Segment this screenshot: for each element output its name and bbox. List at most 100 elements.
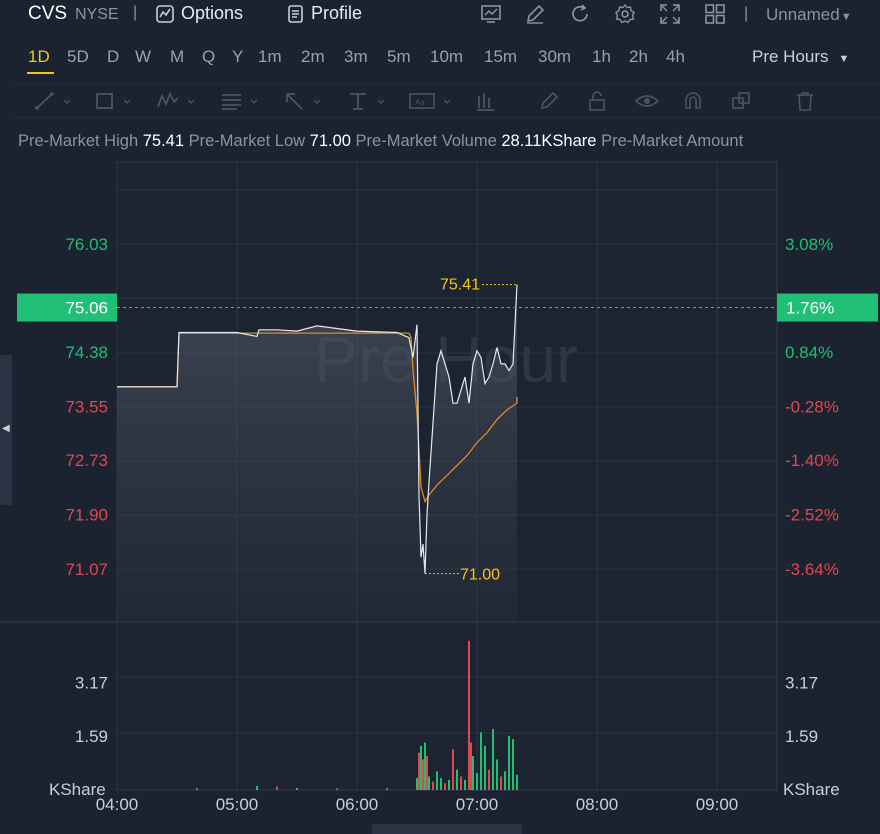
y-tick-left: 71.07 — [65, 560, 108, 579]
magnet-icon[interactable] — [682, 90, 704, 112]
y-tick-right: -3.64% — [785, 560, 839, 579]
volume-bar — [296, 787, 298, 790]
divider: | — [133, 4, 138, 21]
high-marker-label: 75.41 — [440, 277, 480, 294]
y-tick-right: 0.84% — [785, 343, 833, 362]
period-1d[interactable]: 1D — [28, 47, 50, 67]
volume-bar — [492, 728, 494, 790]
pencil-icon[interactable] — [538, 90, 560, 112]
options-button[interactable]: Options — [155, 3, 243, 24]
volume-bar — [444, 783, 446, 790]
profile-button[interactable]: Profile — [287, 3, 362, 24]
volume-bar — [480, 732, 482, 790]
x-tick: 06:00 — [336, 795, 379, 814]
arrow-tool-icon[interactable] — [282, 90, 326, 112]
period-d[interactable]: D — [107, 47, 119, 67]
profile-label: Profile — [311, 3, 363, 23]
volume-bar — [426, 756, 428, 790]
chevron-left-icon: ◀ — [2, 423, 10, 434]
x-tick: 09:00 — [696, 795, 739, 814]
volume-bar — [460, 776, 462, 790]
volume-bar — [484, 745, 486, 790]
bars-tool-icon[interactable] — [474, 90, 496, 112]
x-tick: 07:00 — [456, 795, 499, 814]
y-tick-left: 74.38 — [65, 343, 108, 362]
current-price-label: 75.06 — [65, 299, 108, 318]
volume-bar — [452, 749, 454, 790]
volume-tick-left: 3.17 — [75, 673, 108, 692]
rectangle-tool-icon[interactable] — [94, 90, 134, 112]
volume-bar — [428, 776, 430, 790]
line-tool-icon[interactable] — [34, 90, 74, 112]
volume-bar — [196, 788, 198, 790]
volume-tick-left: 1.59 — [75, 727, 108, 746]
volume-label: Pre-Market Volume — [355, 132, 497, 150]
options-label: Options — [181, 3, 244, 23]
session-dropdown[interactable]: Pre Hours ▼ — [752, 47, 849, 67]
high-value: 75.41 — [142, 132, 185, 150]
period-m[interactable]: M — [170, 47, 184, 67]
y-tick-left: 73.55 — [65, 398, 108, 417]
annotation-tool-icon[interactable]: Aa — [408, 90, 458, 112]
period-w[interactable]: W — [135, 47, 151, 67]
x-tick: 05:00 — [216, 795, 259, 814]
chart-settings-icon[interactable] — [480, 3, 502, 25]
period-4h[interactable]: 4h — [666, 47, 685, 67]
period-2h[interactable]: 2h — [629, 47, 648, 67]
volume-bar — [456, 769, 458, 790]
low-marker-label: 71.00 — [460, 567, 500, 584]
y-tick-left: 76.03 — [65, 235, 108, 254]
period-5m[interactable]: 5m — [387, 47, 411, 67]
layout-grid-icon[interactable] — [704, 3, 726, 25]
amount-label: Pre-Market Amount — [601, 132, 744, 150]
left-panel-toggle[interactable]: ◀ — [0, 355, 12, 505]
volume-bar — [418, 752, 420, 790]
fullscreen-icon[interactable] — [659, 3, 681, 25]
volume-bar — [448, 779, 450, 790]
divider: | — [744, 5, 749, 22]
clone-icon[interactable] — [730, 90, 752, 112]
trash-icon[interactable] — [794, 90, 816, 112]
period-1m[interactable]: 1m — [258, 47, 282, 67]
text-tool-icon[interactable] — [346, 90, 390, 112]
gear-icon[interactable] — [614, 3, 636, 25]
y-tick-left: 72.73 — [65, 451, 108, 470]
refresh-icon[interactable] — [569, 3, 591, 25]
lock-icon[interactable] — [586, 90, 608, 112]
volume-bar — [440, 778, 442, 790]
period-q[interactable]: Q — [202, 47, 215, 67]
period-10m[interactable]: 10m — [430, 47, 463, 67]
volume-bar — [508, 735, 510, 790]
low-label: Pre-Market Low — [188, 132, 306, 150]
volume-bar — [500, 776, 502, 790]
options-icon — [156, 4, 174, 23]
fib-tool-icon[interactable] — [219, 90, 263, 112]
volume-tick-right: 1.59 — [785, 727, 818, 746]
x-tick: 08:00 — [576, 795, 619, 814]
volume-bar — [488, 769, 490, 790]
period-3m[interactable]: 3m — [344, 47, 368, 67]
high-label: Pre-Market High — [18, 132, 139, 150]
symbol-label[interactable]: CVS — [28, 3, 67, 25]
layout-name-dropdown[interactable]: Unnamed▼ — [766, 5, 852, 25]
period-5d[interactable]: 5D — [67, 47, 89, 67]
volume-bar — [464, 779, 466, 790]
period-15m[interactable]: 15m — [484, 47, 517, 67]
volume-bar — [422, 759, 424, 790]
period-30m[interactable]: 30m — [538, 47, 571, 67]
period-2m[interactable]: 2m — [301, 47, 325, 67]
volume-bar — [468, 640, 470, 790]
x-tick: 04:00 — [96, 795, 139, 814]
period-1h[interactable]: 1h — [592, 47, 611, 67]
bottom-panel-toggle[interactable] — [372, 824, 522, 834]
draw-icon[interactable] — [524, 3, 546, 25]
volume-bar — [432, 781, 434, 790]
period-selector: 1D 5D D W M Q Y 1m 2m 3m 5m 10m 15m 30m … — [0, 42, 880, 76]
volume-bar — [386, 788, 388, 790]
chevron-down-icon: ▼ — [840, 11, 852, 23]
period-y[interactable]: Y — [232, 47, 243, 67]
wave-tool-icon[interactable] — [156, 90, 200, 112]
price-chart[interactable]: Pre Hour75.4171.0076.0374.3873.5572.7371… — [0, 155, 880, 834]
eye-icon[interactable] — [634, 90, 660, 112]
volume-bar — [424, 742, 426, 790]
